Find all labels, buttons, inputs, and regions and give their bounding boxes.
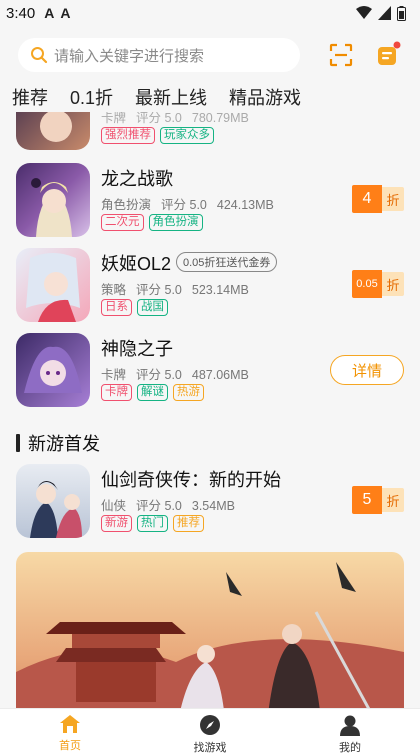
game-category: 仙侠 bbox=[101, 499, 127, 513]
game-rating: 评分 5.0 bbox=[136, 499, 182, 513]
discount-unit: 折 bbox=[382, 272, 404, 296]
nav-profile[interactable]: 我的 bbox=[280, 709, 420, 756]
game-size: 3.54MB bbox=[191, 499, 235, 513]
section-title-text: 新游首发 bbox=[28, 434, 100, 454]
signal-icon bbox=[378, 6, 391, 20]
notification-a-icon: A bbox=[60, 5, 71, 21]
battery-icon bbox=[397, 5, 406, 21]
game-meta: 仙侠 评分 5.0 3.54MB bbox=[101, 495, 235, 514]
section-title: 新游首发 bbox=[16, 430, 100, 456]
game-rating: 评分 5.0 bbox=[161, 198, 207, 212]
message-icon[interactable] bbox=[376, 40, 402, 68]
detail-button[interactable]: 详情 bbox=[330, 355, 404, 385]
game-meta: 策略 评分 5.0 523.14MB bbox=[101, 279, 249, 298]
game-list: 卡牌 评分 5.0 780.79MB 强烈推荐 玩家众多 龙之战歌 角色扮演 评分 5… bbox=[0, 112, 420, 708]
tag: 战国 bbox=[137, 299, 168, 316]
tag: 二次元 bbox=[101, 214, 144, 231]
scan-icon[interactable] bbox=[328, 42, 354, 68]
tag: 热游 bbox=[173, 384, 204, 401]
compass-icon bbox=[200, 715, 220, 735]
game-category: 卡牌 bbox=[101, 112, 127, 125]
tab-featured[interactable]: 精品游戏 bbox=[229, 84, 301, 110]
discount-value: 5 bbox=[352, 486, 382, 514]
game-name: 仙剑奇侠传：新的开始 bbox=[101, 470, 281, 490]
nav-find-games[interactable]: 找游戏 bbox=[140, 709, 280, 756]
tag: 卡牌 bbox=[101, 384, 132, 401]
home-icon bbox=[60, 715, 80, 733]
category-tabs: 推荐 0.1折 最新上线 精品游戏 bbox=[12, 84, 301, 110]
notification-a-icon: A bbox=[44, 5, 55, 21]
game-category: 卡牌 bbox=[101, 368, 127, 382]
search-placeholder: 请输入关键字进行搜索 bbox=[54, 47, 205, 65]
tag: 新游 bbox=[101, 515, 132, 532]
game-meta: 角色扮演 评分 5.0 424.13MB bbox=[101, 194, 274, 213]
status-time: 3:40 bbox=[6, 4, 36, 22]
bottom-nav: 首页 找游戏 我的 bbox=[0, 708, 420, 756]
tag-list: 新游 热门 推荐 bbox=[101, 515, 204, 532]
search-input[interactable]: 请输入关键字进行搜索 bbox=[18, 38, 300, 72]
promo-banner[interactable] bbox=[16, 552, 404, 708]
tab-new-release[interactable]: 最新上线 bbox=[135, 84, 207, 110]
section-bar bbox=[16, 434, 20, 452]
game-icon-image bbox=[16, 248, 90, 322]
list-item[interactable]: 神隐之子 卡牌 评分 5.0 487.06MB 卡牌 解谜 热游 详情 bbox=[16, 333, 408, 409]
tag-list: 二次元 角色扮演 bbox=[101, 214, 203, 231]
game-name: 神隐之子 bbox=[101, 339, 173, 359]
nav-profile-label: 我的 bbox=[339, 742, 361, 754]
nav-home[interactable]: 首页 bbox=[0, 709, 140, 756]
list-item[interactable]: 龙之战歌 角色扮演 评分 5.0 424.13MB 二次元 角色扮演 4 折 bbox=[16, 163, 408, 239]
list-item[interactable]: 仙剑奇侠传：新的开始 仙侠 评分 5.0 3.54MB 新游 热门 推荐 5 折 bbox=[16, 464, 408, 540]
tab-recommend[interactable]: 推荐 bbox=[12, 84, 48, 110]
discount-unit: 折 bbox=[382, 187, 404, 211]
game-size: 780.79MB bbox=[191, 112, 249, 125]
nav-find-games-label: 找游戏 bbox=[193, 742, 227, 754]
nav-home-label: 首页 bbox=[59, 740, 81, 752]
game-rating: 评分 5.0 bbox=[136, 283, 182, 297]
search-row: 请输入关键字进行搜索 bbox=[18, 38, 408, 72]
search-icon bbox=[31, 47, 48, 64]
discount-value: 4 bbox=[352, 185, 382, 213]
status-bar: 3:40 A A bbox=[0, 0, 420, 26]
discount-badge: 0.05 折 bbox=[352, 270, 404, 298]
list-item[interactable]: 妖姬OL2 0.05折狂送代金券 策略 评分 5.0 523.14MB 日系 战国 … bbox=[16, 248, 408, 324]
game-icon-image bbox=[16, 464, 90, 538]
tag: 解谜 bbox=[137, 384, 168, 401]
tag: 角色扮演 bbox=[148, 214, 203, 231]
discount-unit: 折 bbox=[382, 488, 404, 512]
game-size: 487.06MB bbox=[191, 368, 249, 382]
game-meta: 卡牌 评分 5.0 780.79MB bbox=[101, 112, 249, 126]
game-icon-image bbox=[16, 333, 90, 407]
discount-value: 0.05 bbox=[352, 270, 382, 298]
promo-badge: 0.05折狂送代金券 bbox=[176, 252, 278, 272]
tag-list: 强烈推荐 玩家众多 bbox=[101, 127, 214, 144]
game-icon-image bbox=[16, 163, 90, 237]
game-rating: 评分 5.0 bbox=[136, 112, 182, 125]
tag: 热门 bbox=[137, 515, 168, 532]
tag: 玩家众多 bbox=[160, 127, 214, 144]
user-icon bbox=[340, 715, 360, 736]
game-category: 策略 bbox=[101, 283, 127, 297]
game-name: 妖姬OL2 bbox=[101, 254, 172, 274]
tag: 日系 bbox=[101, 299, 132, 316]
tab-discount[interactable]: 0.1折 bbox=[70, 84, 113, 110]
discount-badge: 5 折 bbox=[352, 486, 404, 514]
game-icon-image bbox=[16, 112, 90, 150]
game-size: 523.14MB bbox=[191, 283, 249, 297]
wifi-icon bbox=[356, 6, 372, 19]
game-rating: 评分 5.0 bbox=[136, 368, 182, 382]
game-name: 龙之战歌 bbox=[101, 169, 173, 189]
tag-list: 卡牌 解谜 热游 bbox=[101, 384, 204, 401]
list-item[interactable]: 卡牌 评分 5.0 780.79MB 强烈推荐 玩家众多 bbox=[16, 112, 408, 152]
discount-badge: 4 折 bbox=[352, 185, 404, 213]
tag-list: 日系 战国 bbox=[101, 299, 168, 316]
game-size: 424.13MB bbox=[216, 198, 274, 212]
game-category: 角色扮演 bbox=[101, 198, 152, 212]
game-meta: 卡牌 评分 5.0 487.06MB bbox=[101, 364, 249, 383]
tag: 强烈推荐 bbox=[101, 127, 155, 144]
tag: 推荐 bbox=[173, 515, 204, 532]
